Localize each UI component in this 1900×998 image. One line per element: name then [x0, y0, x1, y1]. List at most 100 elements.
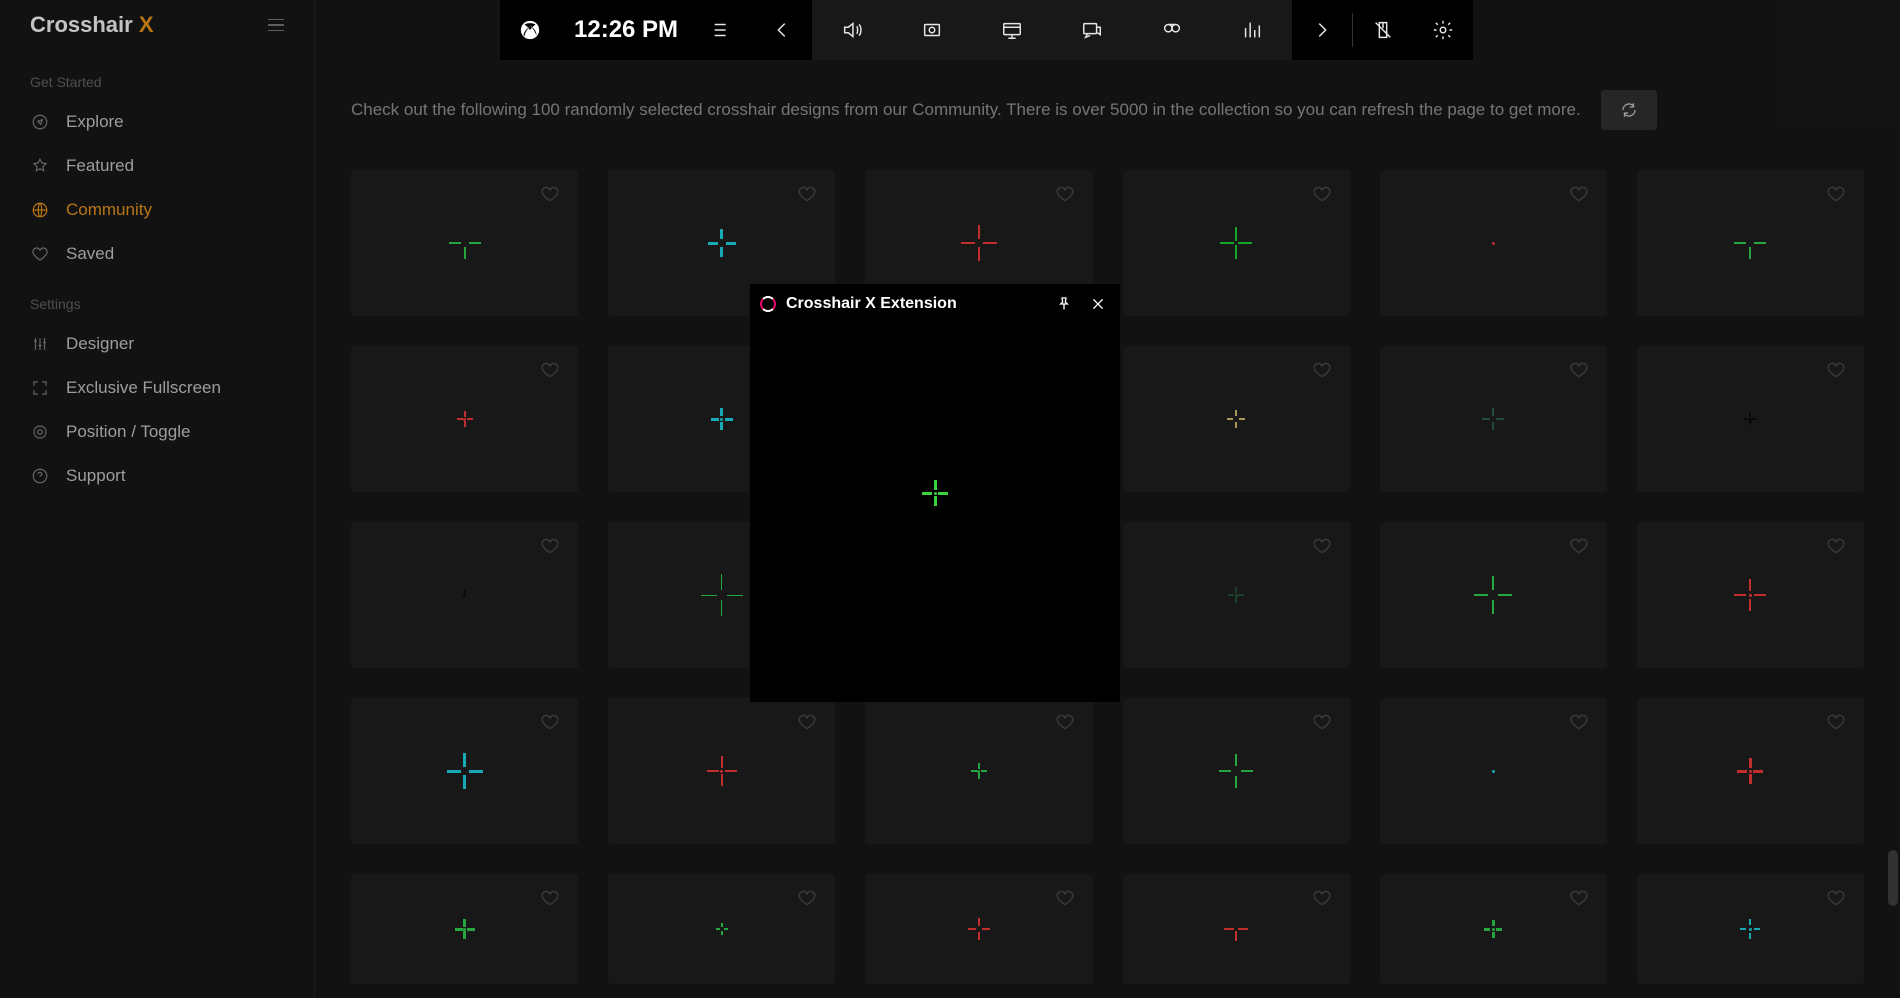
- resources-icon[interactable]: [1212, 0, 1292, 60]
- favorite-icon[interactable]: [540, 536, 560, 556]
- favorite-icon[interactable]: [1055, 184, 1075, 204]
- chevron-left-icon[interactable]: [752, 0, 812, 60]
- sidebar-item-label: Designer: [66, 334, 134, 354]
- sidebar: Crosshair X Get Started Explore Featured…: [0, 0, 315, 998]
- favorite-icon[interactable]: [1312, 184, 1332, 204]
- crosshair-preview: [949, 741, 1009, 801]
- favorite-icon[interactable]: [797, 184, 817, 204]
- favorite-icon[interactable]: [1569, 360, 1589, 380]
- favorite-icon[interactable]: [1826, 536, 1846, 556]
- favorite-icon[interactable]: [1826, 712, 1846, 732]
- crosshair-preview: [1720, 565, 1780, 625]
- sidebar-item-label: Featured: [66, 156, 134, 176]
- crosshair-preview: [692, 565, 752, 625]
- sidebar-header: Crosshair X: [0, 4, 314, 54]
- crosshair-card[interactable]: [1123, 346, 1350, 492]
- overlay-body: [750, 284, 1120, 702]
- target-icon: [30, 422, 50, 442]
- crosshair-card[interactable]: [1637, 874, 1864, 984]
- sidebar-item-featured[interactable]: Featured: [0, 144, 314, 188]
- favorite-icon[interactable]: [1055, 712, 1075, 732]
- crosshair-card[interactable]: [1123, 170, 1350, 316]
- capture-icon[interactable]: [892, 0, 972, 60]
- looking-for-group-icon[interactable]: [1132, 0, 1212, 60]
- favorite-icon[interactable]: [1826, 360, 1846, 380]
- help-icon: [30, 466, 50, 486]
- crosshair-card[interactable]: [1637, 698, 1864, 844]
- crosshair-card[interactable]: [351, 170, 578, 316]
- favorite-icon[interactable]: [540, 184, 560, 204]
- favorite-icon[interactable]: [1569, 184, 1589, 204]
- sidebar-item-fullscreen[interactable]: Exclusive Fullscreen: [0, 366, 314, 410]
- sidebar-item-label: Exclusive Fullscreen: [66, 378, 221, 398]
- favorite-icon[interactable]: [1312, 360, 1332, 380]
- refresh-button[interactable]: [1601, 90, 1657, 130]
- favorite-icon[interactable]: [1569, 712, 1589, 732]
- crosshair-preview: [692, 389, 752, 449]
- sidebar-item-label: Community: [66, 200, 152, 220]
- crosshair-preview: [1463, 565, 1523, 625]
- crosshair-card[interactable]: [1123, 522, 1350, 668]
- performance-icon[interactable]: [972, 0, 1052, 60]
- sidebar-section-get-started: Get Started: [0, 54, 314, 100]
- refresh-icon: [1620, 101, 1638, 119]
- extension-overlay[interactable]: Crosshair X Extension: [750, 284, 1120, 702]
- sidebar-item-position[interactable]: Position / Toggle: [0, 410, 314, 454]
- xbox-social-icon[interactable]: [1052, 0, 1132, 60]
- favorite-icon[interactable]: [1312, 712, 1332, 732]
- favorite-icon[interactable]: [797, 712, 817, 732]
- sidebar-item-label: Support: [66, 466, 126, 486]
- favorite-icon[interactable]: [1569, 536, 1589, 556]
- favorite-icon[interactable]: [540, 888, 560, 908]
- crosshair-card[interactable]: [1123, 698, 1350, 844]
- crosshair-card[interactable]: [351, 698, 578, 844]
- crosshair-card[interactable]: [1123, 874, 1350, 984]
- crosshair-preview: [949, 899, 1009, 959]
- crosshair-card[interactable]: [1637, 346, 1864, 492]
- favorite-icon[interactable]: [797, 888, 817, 908]
- widgets-icon[interactable]: [692, 0, 752, 60]
- favorite-icon[interactable]: [1312, 536, 1332, 556]
- crosshair-preview: [949, 213, 1009, 273]
- crosshair-card[interactable]: [865, 698, 1092, 844]
- favorite-icon[interactable]: [1569, 888, 1589, 908]
- app-name-part1: Crosshair: [30, 12, 139, 37]
- audio-icon[interactable]: [812, 0, 892, 60]
- crosshair-card[interactable]: [351, 874, 578, 984]
- favorite-icon[interactable]: [1826, 888, 1846, 908]
- favorite-icon[interactable]: [540, 360, 560, 380]
- crosshair-preview: [1720, 741, 1780, 801]
- gamebar-right: [1292, 0, 1473, 60]
- intro-row: Check out the following 100 randomly sel…: [351, 90, 1864, 130]
- crosshair-card[interactable]: [1380, 698, 1607, 844]
- sidebar-item-designer[interactable]: Designer: [0, 322, 314, 366]
- favorite-icon[interactable]: [540, 712, 560, 732]
- mouse-passthrough-icon[interactable]: [1353, 0, 1413, 60]
- sidebar-item-community[interactable]: Community: [0, 188, 314, 232]
- crosshair-card[interactable]: [1380, 170, 1607, 316]
- menu-icon[interactable]: [268, 19, 284, 32]
- favorite-icon[interactable]: [1312, 888, 1332, 908]
- scrollbar-thumb[interactable]: [1888, 850, 1898, 906]
- crosshair-card[interactable]: [351, 346, 578, 492]
- crosshair-card[interactable]: [1637, 170, 1864, 316]
- xbox-icon[interactable]: [500, 0, 560, 60]
- sidebar-item-support[interactable]: Support: [0, 454, 314, 498]
- sidebar-item-saved[interactable]: Saved: [0, 232, 314, 276]
- settings-icon[interactable]: [1413, 0, 1473, 60]
- crosshair-card[interactable]: [1637, 522, 1864, 668]
- crosshair-card[interactable]: [608, 698, 835, 844]
- favorite-icon[interactable]: [1826, 184, 1846, 204]
- crosshair-card[interactable]: [865, 874, 1092, 984]
- favorite-icon[interactable]: [1055, 888, 1075, 908]
- crosshair-preview: [1463, 389, 1523, 449]
- crosshair-preview: [435, 389, 495, 449]
- sidebar-item-explore[interactable]: Explore: [0, 100, 314, 144]
- crosshair-card[interactable]: [1380, 874, 1607, 984]
- crosshair-preview: [1463, 213, 1523, 273]
- crosshair-card[interactable]: [1380, 346, 1607, 492]
- crosshair-card[interactable]: [351, 522, 578, 668]
- crosshair-card[interactable]: [1380, 522, 1607, 668]
- chevron-right-icon[interactable]: [1292, 0, 1352, 60]
- crosshair-card[interactable]: [608, 874, 835, 984]
